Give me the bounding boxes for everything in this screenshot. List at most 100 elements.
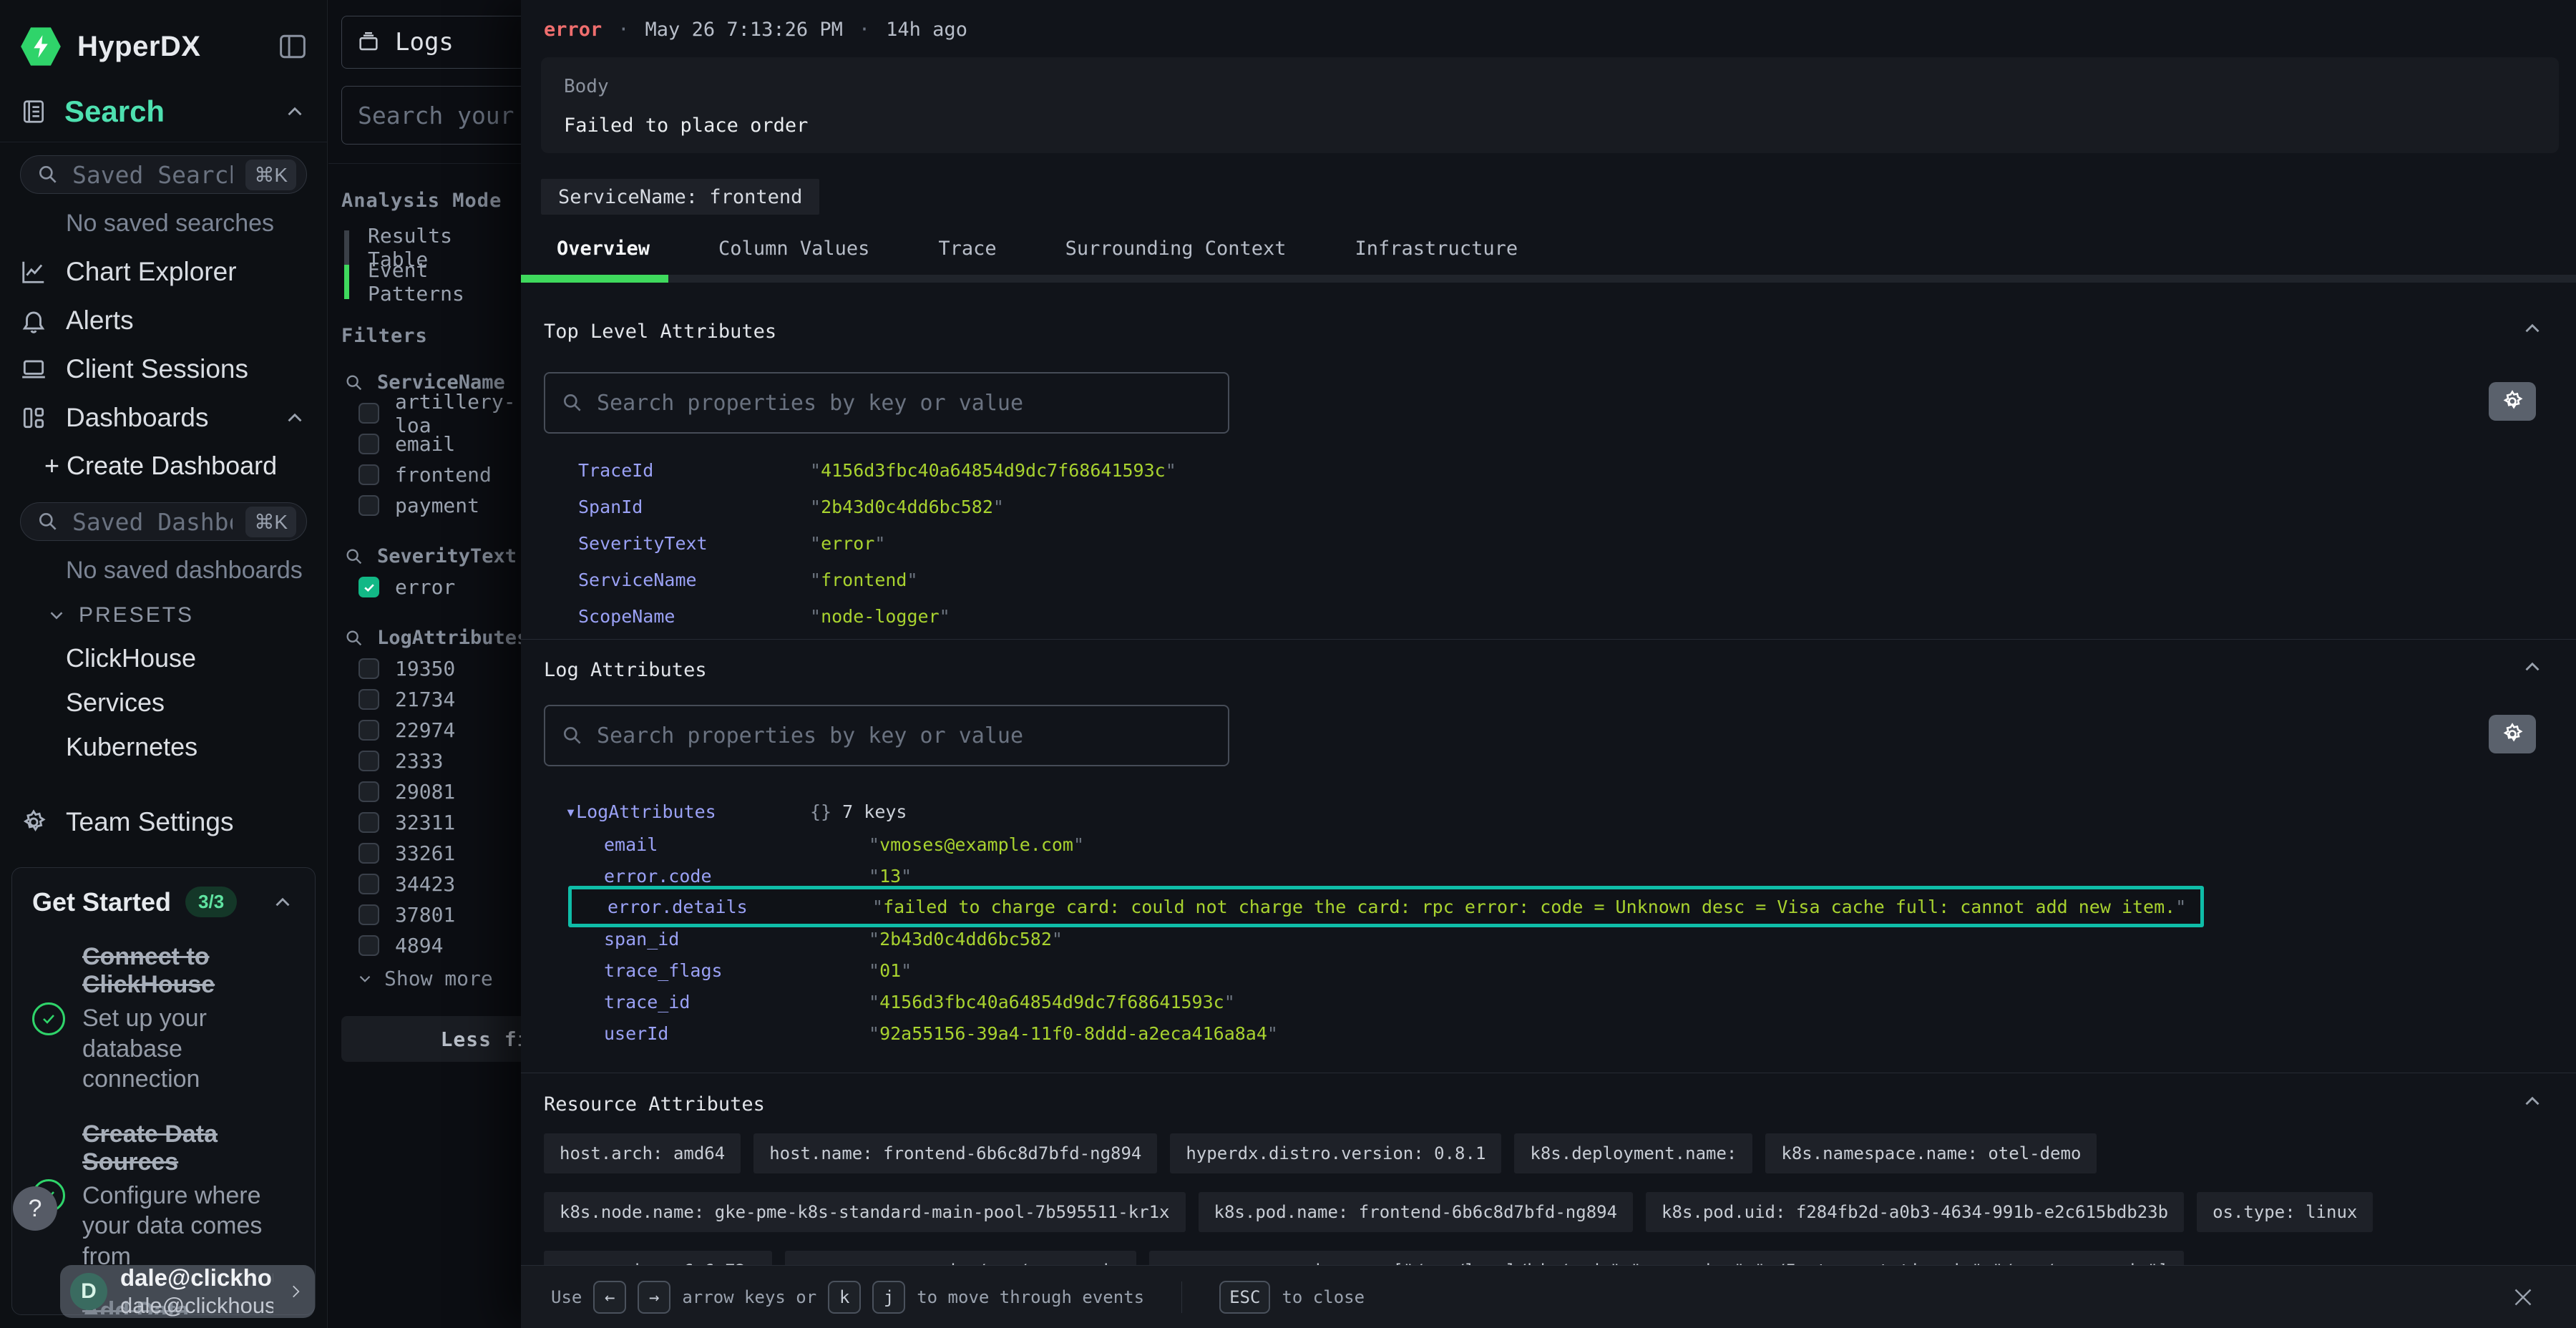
checkbox[interactable] [358,689,379,710]
attribute-row[interactable]: span_id "2b43d0c4dd6bc582" [604,923,2547,954]
resource-chip[interactable]: k8s.pod.name: frontend-6b6c8d7bfd-ng894 [1199,1192,1634,1232]
sidebar-item-client-sessions[interactable]: Client Sessions [0,345,327,394]
filter-option[interactable]: error [358,572,521,602]
preset-kubernetes[interactable]: Kubernetes [0,725,327,769]
filter-option[interactable]: 21734 [358,684,521,715]
attribute-row[interactable]: TraceId "4156d3fbc40a64854d9dc7f68641593… [578,452,2547,488]
saved-searches-field[interactable] [72,161,233,189]
help-button[interactable]: ? [13,1186,57,1231]
tab-overview[interactable]: Overview [557,238,684,260]
resource-chip[interactable]: host.arch: amd64 [544,1133,741,1173]
saved-searches-input[interactable]: ⌘K [20,155,307,194]
body-value: Failed to place order [564,114,2536,137]
sidebar-item-chart-explorer[interactable]: Chart Explorer [0,248,327,296]
checkbox[interactable] [358,904,379,925]
filter-option[interactable]: 4894 [358,930,521,961]
top-level-search-input[interactable] [544,372,1229,434]
resource-chip[interactable]: k8s.node.name: gke-pme-k8s-standard-main… [544,1192,1186,1232]
checkbox[interactable] [358,812,379,833]
attribute-row[interactable]: userId "92a55156-39a4-11f0-8ddd-a2eca416… [604,1017,2547,1049]
search-icon[interactable] [344,547,364,567]
close-icon[interactable] [2510,1284,2536,1310]
nav-label: Dashboards [66,403,209,433]
checkbox-checked[interactable] [358,577,379,597]
search-icon[interactable] [344,628,364,648]
checkbox[interactable] [358,874,379,894]
column-settings-button[interactable] [2489,715,2536,753]
tab-surrounding-context[interactable]: Surrounding Context [1065,238,1321,260]
filter-option[interactable]: payment [358,490,521,521]
log-attributes-search-field[interactable] [597,723,1212,748]
chevron-up-icon[interactable] [270,890,295,914]
top-level-search-field[interactable] [597,391,1212,416]
checkbox[interactable] [358,434,379,454]
resource-chip[interactable]: os.type: linux [2197,1192,2373,1232]
resource-chip[interactable]: hyperdx.distro.version: 0.8.1 [1170,1133,1501,1173]
sidebar-item-alerts[interactable]: Alerts [0,296,327,345]
attribute-row[interactable]: ScopeName "node-logger" [578,598,2547,634]
checkbox[interactable] [358,495,379,516]
checkbox[interactable] [358,843,379,864]
attribute-row[interactable]: trace_id "4156d3fbc40a64854d9dc7f6864159… [604,986,2547,1017]
preset-clickhouse[interactable]: ClickHouse [0,636,327,680]
resource-chip[interactable]: k8s.pod.uid: f284fb2d-a0b3-4634-991b-e2c… [1646,1192,2184,1232]
sidebar-item-search[interactable]: Search [0,82,327,142]
sidebar-item-dashboards[interactable]: Dashboards [0,394,327,442]
show-more-button[interactable]: Show more [356,967,521,990]
filter-option[interactable]: 34423 [358,869,521,899]
filter-option[interactable]: 2333 [358,746,521,776]
preset-services[interactable]: Services [0,680,327,725]
checkbox[interactable] [358,751,379,771]
mode-event-patterns[interactable]: Event Patterns [344,265,521,299]
attribute-row[interactable]: SpanId "2b43d0c4dd6bc582" [578,489,2547,524]
attribute-row[interactable]: ServiceName "frontend" [578,562,2547,597]
saved-dashboards-input[interactable]: ⌘K [20,502,307,541]
attribute-row[interactable]: email "vmoses@example.com" [604,829,2547,860]
j-key: j [872,1281,905,1314]
tab-column-values[interactable]: Column Values [718,238,904,260]
filter-option[interactable]: 33261 [358,838,521,869]
filter-option[interactable]: 22974 [358,715,521,746]
filter-option[interactable]: 19350 [358,653,521,684]
attribute-row[interactable]: SeverityText "error" [578,525,2547,561]
saved-dashboards-field[interactable] [72,508,233,536]
create-dashboard-button[interactable]: + Create Dashboard [0,442,327,489]
collapse-section-icon[interactable] [2520,655,2545,679]
chevron-up-icon[interactable] [283,406,307,430]
resource-chip[interactable]: k8s.namespace.name: otel-demo [1765,1133,2097,1173]
checkbox[interactable] [358,658,379,679]
tree-toggle-icon: ▾ [565,801,576,822]
resource-chip[interactable]: host.name: frontend-6b6c8d7bfd-ng894 [753,1133,1157,1173]
filter-group-logattributes: LogAttributes [344,627,521,649]
sidebar-item-team-settings[interactable]: Team Settings [0,798,327,846]
checkbox[interactable] [358,464,379,485]
tab-trace[interactable]: Trace [938,238,1030,260]
checkbox[interactable] [358,781,379,802]
get-started-step[interactable]: Connect to ClickHouse Set up your databa… [32,943,295,1095]
resource-chip[interactable]: k8s.deployment.name: [1514,1133,1752,1173]
chevron-up-icon[interactable] [283,99,307,124]
attribute-row[interactable]: trace_flags "01" [604,954,2547,986]
filter-option[interactable]: 32311 [358,807,521,838]
attribute-row-highlighted[interactable]: error.details "failed to charge card: co… [568,886,2204,927]
user-menu[interactable]: D dale@clickhouse.com dale@clickhouse.co… [60,1265,315,1318]
filter-option[interactable]: artillery-loa [358,398,521,429]
search-icon[interactable] [344,373,364,393]
collapse-section-icon[interactable] [2520,1089,2545,1113]
gear-icon [20,809,47,836]
presets-toggle[interactable]: PRESETS [0,595,327,636]
collapse-sidebar-icon[interactable] [278,34,307,59]
checkbox[interactable] [358,935,379,956]
checkbox[interactable] [358,720,379,741]
filter-option[interactable]: 29081 [358,776,521,807]
get-started-step[interactable]: Create Data Sources Configure where your… [32,1120,295,1272]
tab-infrastructure[interactable]: Infrastructure [1355,238,1553,260]
log-attributes-search-input[interactable] [544,705,1229,766]
service-name-tag[interactable]: ServiceName: frontend [541,179,819,215]
column-settings-button[interactable] [2489,382,2536,421]
filter-option[interactable]: 37801 [358,899,521,930]
collapse-section-icon[interactable] [2520,316,2545,341]
filter-option[interactable]: frontend [358,459,521,490]
log-attributes-root-row[interactable]: ▾LogAttributes {} 7 keys [565,793,2547,830]
checkbox[interactable] [358,403,379,424]
